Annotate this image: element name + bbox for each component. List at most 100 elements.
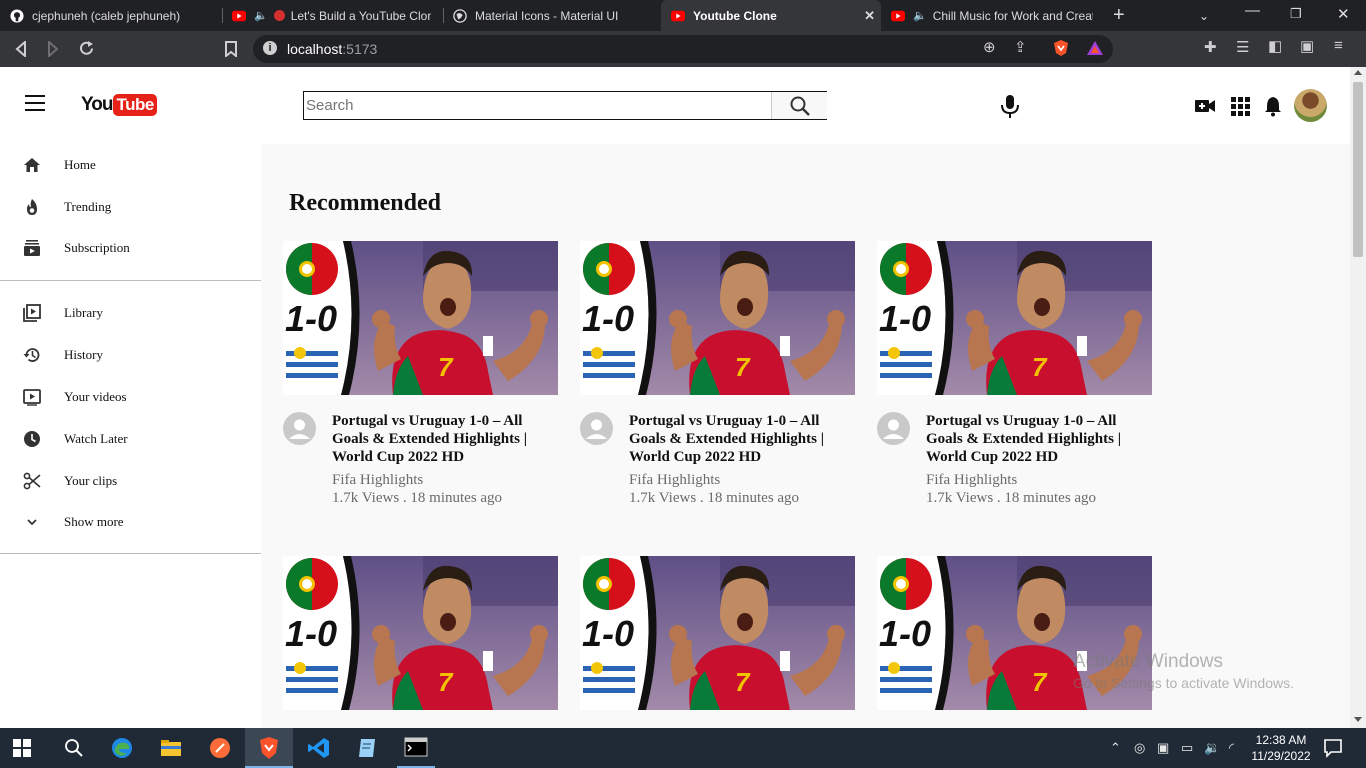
scroll-down-icon[interactable] [1354,717,1362,722]
sidebar-item-show-more[interactable]: Show more [0,501,261,541]
taskbar-terminal-app[interactable] [397,728,435,768]
taskbar-search-icon[interactable] [62,736,86,760]
sidebar-item-home[interactable]: Home [0,144,261,184]
tab-search-chevron-icon[interactable]: ⌄ [1199,9,1209,23]
browser-tab-material-icons[interactable]: Material Icons - Material UI [443,0,661,31]
speaker-icon[interactable]: 🔈 [913,9,927,22]
notepad-icon[interactable] [355,736,379,760]
taskbar-clock[interactable]: 12:38 AM 11/29/2022 [1249,732,1313,764]
score-label: 1-0 [285,298,337,339]
back-icon[interactable] [14,41,28,57]
search-button[interactable] [771,92,827,119]
browser-menu-icon[interactable]: ≡ [1334,37,1343,54]
browser-tab-youtube-clone[interactable]: Youtube Clone ✕ [661,0,881,31]
apps-grid-icon[interactable] [1229,95,1251,117]
notifications-bell-icon[interactable] [1262,95,1284,117]
video-thumbnail[interactable]: 7 1-0 [580,241,855,395]
reload-icon[interactable] [78,40,95,57]
video-library-icon [23,304,41,322]
create-video-icon[interactable] [1194,95,1216,117]
scroll-up-icon[interactable] [1354,70,1362,75]
sidebar-item-history[interactable]: History [0,334,261,374]
browser-tab-chill-music[interactable]: 🔈 Chill Music for Work and Creat [881,0,1099,31]
brave-rewards-icon[interactable] [1086,40,1104,56]
svg-text:7: 7 [735,667,751,697]
new-tab-icon[interactable]: + [1113,4,1125,27]
page-scrollbar[interactable] [1350,67,1366,728]
microphone-icon[interactable] [999,94,1021,120]
video-title[interactable]: Portugal vs Uruguay 1-0 – All Goals & Ex… [332,412,542,466]
channel-avatar-icon[interactable] [877,412,910,445]
sidebar-toggle-icon[interactable]: ◧ [1268,37,1282,55]
video-thumbnail[interactable]: 7 1-0 [580,556,855,710]
channel-avatar-icon[interactable] [580,412,613,445]
wallet-icon[interactable]: ▣ [1300,37,1314,55]
video-play-icon [23,389,41,406]
browser-tab-youtube-tutorial[interactable]: 🔈 Let's Build a YouTube Clone [222,0,442,31]
chevron-down-icon [27,519,37,526]
sidebar-item-library[interactable]: Library [0,292,261,332]
video-thumbnail[interactable]: 7 1-0 [877,241,1152,395]
wifi-icon[interactable]: ◜ [1229,740,1234,756]
video-thumbnail[interactable]: 7 1-0 [283,241,558,395]
close-window-icon[interactable]: ✕ [1337,5,1350,23]
channel-avatar-icon[interactable] [283,412,316,445]
edge-browser-icon[interactable] [110,736,134,760]
clock-icon [24,431,40,447]
watermark-title: Activate Windows [1073,651,1223,672]
sidebar-item-subscription[interactable]: Subscription [0,227,261,267]
sidebar-item-your-videos[interactable]: Your videos [0,376,261,416]
channel-name[interactable]: Fifa Highlights [629,472,720,489]
restore-icon[interactable]: ❐ [1290,6,1302,22]
bookmark-icon[interactable] [225,41,237,57]
video-thumbnail[interactable]: 7 1-0 [283,556,558,710]
sidebar-item-label: Home [64,157,96,172]
vscode-icon[interactable] [307,736,331,760]
svg-text:7: 7 [438,352,454,382]
logo-you-text: You [81,94,114,115]
close-tab-icon[interactable]: ✕ [864,8,875,24]
thumbnail-artwork: 7 1-0 [877,241,1152,395]
user-avatar[interactable] [1294,89,1327,122]
extensions-icon[interactable]: ✚ [1204,38,1217,56]
channel-name[interactable]: Fifa Highlights [926,472,1017,489]
svg-text:7: 7 [1032,352,1048,382]
sidebar-item-label: Trending [64,199,112,214]
youtube-logo[interactable]: You Tube [81,94,157,116]
show-hidden-icons-icon[interactable]: ⌃ [1110,740,1121,756]
hamburger-menu-icon[interactable] [25,95,45,111]
sidebar-item-watch-later[interactable]: Watch Later [0,418,261,458]
share-icon[interactable]: ⇪ [1014,38,1027,56]
battery-icon[interactable]: ▭ [1181,740,1193,756]
scrollbar-thumb[interactable] [1353,82,1363,257]
minimize-icon[interactable]: — [1245,2,1260,19]
volume-icon[interactable]: 🔉 [1204,740,1220,756]
video-title[interactable]: Portugal vs Uruguay 1-0 – All Goals & Ex… [926,412,1136,466]
video-title[interactable]: Portugal vs Uruguay 1-0 – All Goals & Ex… [629,412,839,466]
forward-icon[interactable] [46,41,60,57]
meet-now-icon[interactable]: ◎ [1134,740,1145,756]
display-icon[interactable]: ▣ [1157,740,1169,756]
speaker-icon[interactable]: 🔈 [254,9,268,22]
windows-start-icon[interactable] [13,739,31,757]
sidebar-item-label: Your videos [64,389,127,404]
youtube-icon [671,10,685,21]
postman-icon[interactable] [208,736,232,760]
media-control-icon[interactable]: ☰ [1236,38,1249,56]
tab-title: Youtube Clone [693,8,777,23]
recording-dot-icon [273,10,285,21]
zoom-icon[interactable]: ⊕ [983,38,996,56]
channel-name[interactable]: Fifa Highlights [332,472,423,489]
search-input[interactable] [304,92,771,119]
site-info-icon[interactable]: i [263,41,277,55]
youtube-icon [891,10,905,21]
home-icon [24,158,40,172]
sidebar-item-your-clips[interactable]: Your clips [0,460,261,500]
brave-shields-icon[interactable] [1053,39,1069,57]
sidebar-item-trending[interactable]: Trending [0,186,261,226]
subscriptions-icon [24,240,40,256]
file-explorer-icon[interactable] [159,736,183,760]
browser-tab-github[interactable]: cjephuneh (caleb jephuneh) [0,0,218,31]
taskbar-active-app[interactable] [245,728,293,768]
notification-center-icon[interactable] [1323,738,1343,758]
